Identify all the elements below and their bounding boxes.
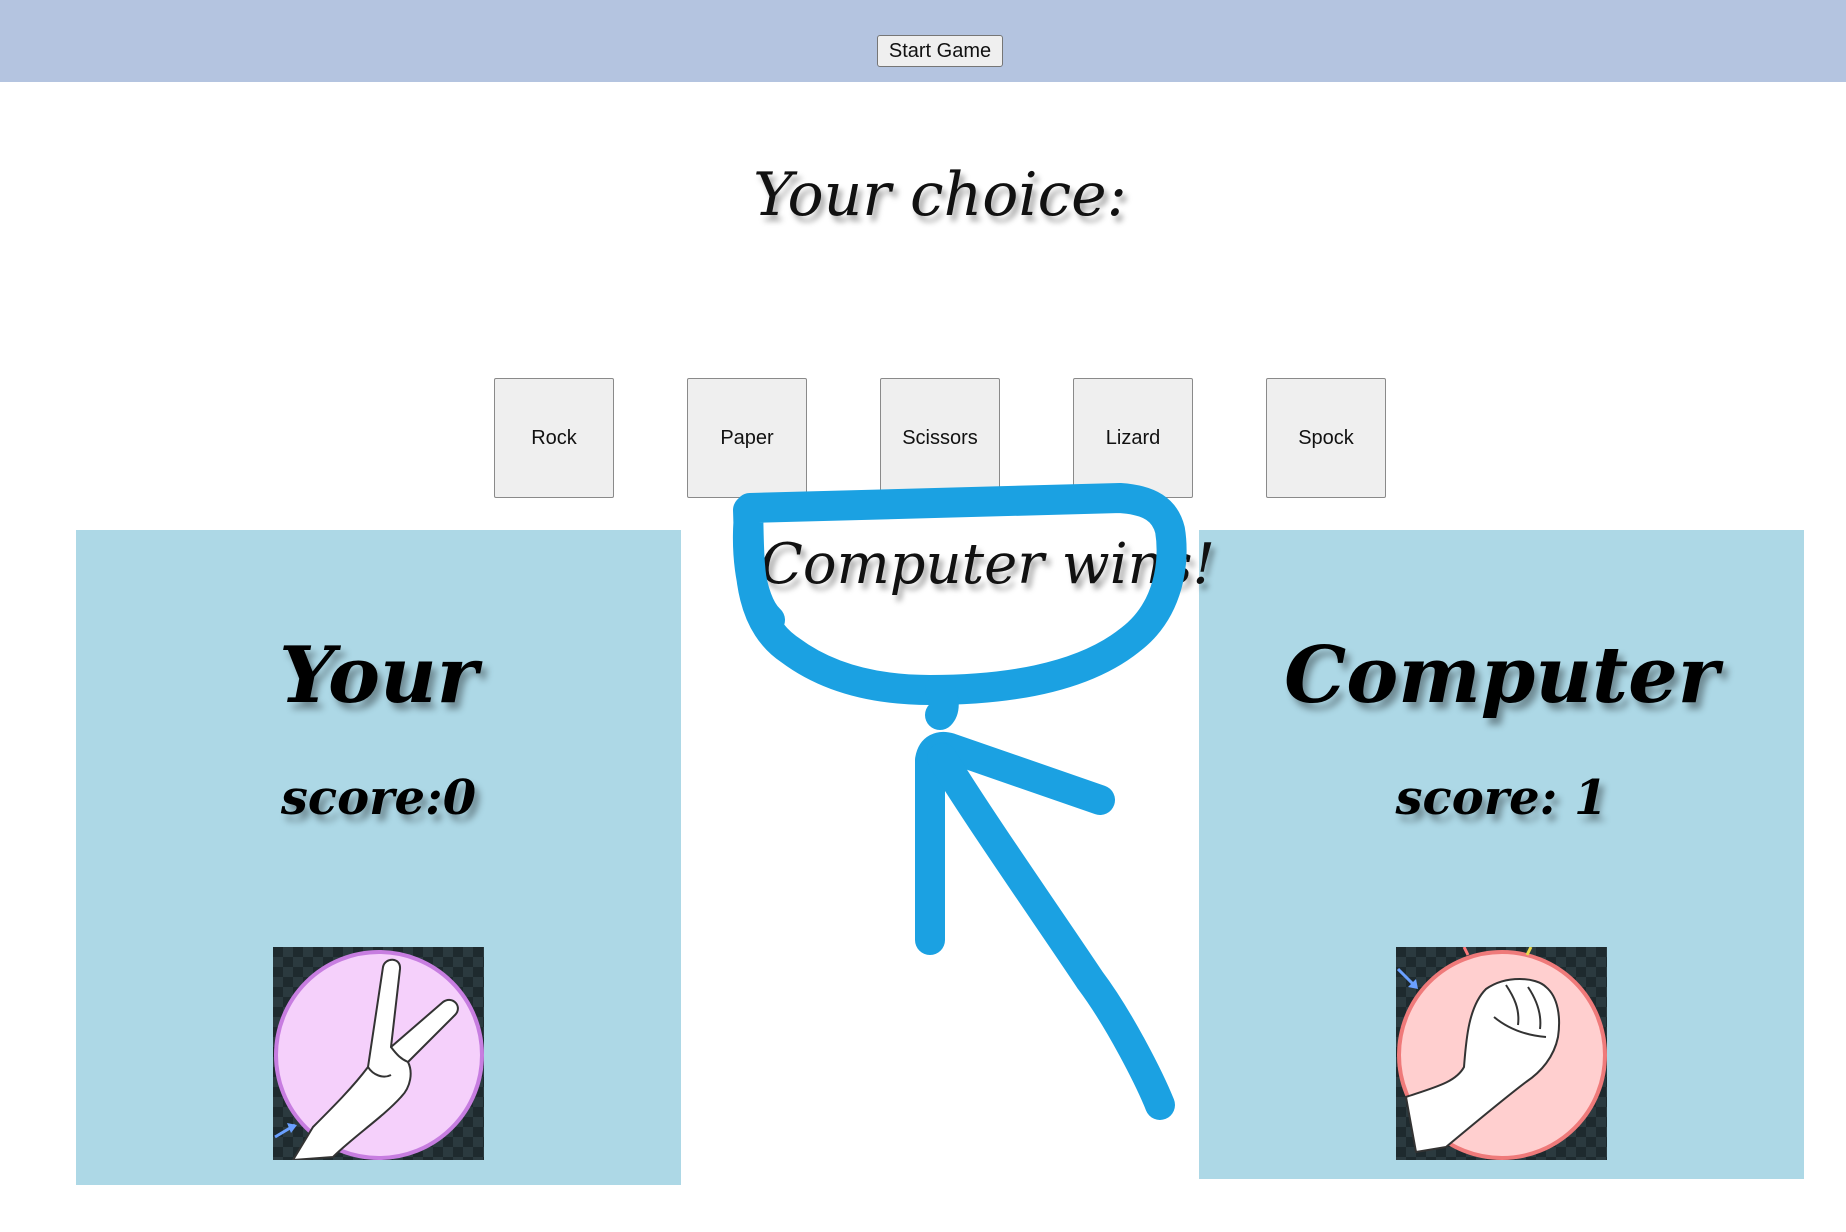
player-score: score:0 [280, 770, 477, 826]
computer-score: score: 1 [1395, 770, 1608, 826]
paper-button[interactable]: Paper [687, 378, 807, 498]
top-bar: Start Game [0, 0, 1846, 82]
your-choice-heading: Your choice: [753, 160, 1127, 230]
result-message: Computer wins! [760, 532, 1215, 597]
computer-panel: Computer score: 1 [1199, 530, 1804, 1179]
computer-title: Computer [1284, 630, 1719, 721]
lizard-button[interactable]: Lizard [1073, 378, 1193, 498]
scissors-hand-icon [273, 947, 484, 1160]
player-panel: Your score:0 [76, 530, 681, 1185]
spock-button[interactable]: Spock [1266, 378, 1386, 498]
rock-button[interactable]: Rock [494, 378, 614, 498]
start-game-button[interactable]: Start Game [877, 35, 1003, 67]
rock-fist-icon [1396, 947, 1607, 1160]
player-title: Your [279, 630, 478, 721]
scissors-button[interactable]: Scissors [880, 378, 1000, 498]
